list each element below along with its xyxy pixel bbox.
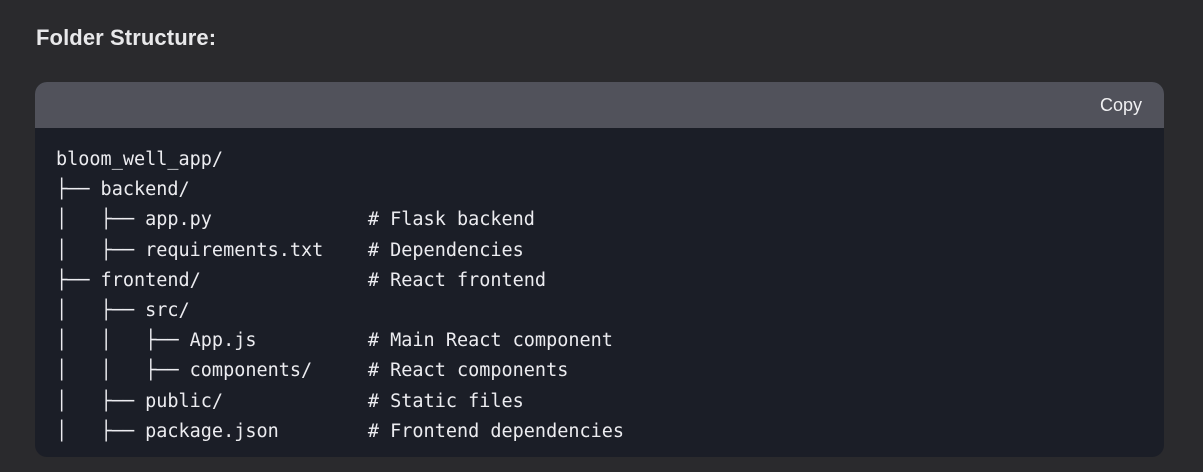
code-line-backend: ├── backend/ [56,179,190,201]
code-block: Copy bloom_well_app/ ├── backend/ │ ├── ap… [35,82,1164,457]
code-line-components: │ │ ├── components/ # React components [56,360,569,382]
copy-button[interactable]: Copy [1100,93,1142,117]
code-line-package-json: │ ├── package.json # Frontend dependenci… [56,420,625,442]
section-heading: Folder Structure: [36,25,217,50]
code-line-requirements: │ ├── requirements.txt # Dependencies [56,239,524,261]
code-block-header: Copy [35,82,1164,128]
code-line-src: │ ├── src/ [56,299,190,321]
code-content: bloom_well_app/ ├── backend/ │ ├── app.py … [56,145,624,447]
code-line-app-py: │ ├── app.py # Flask backend [56,209,535,231]
code-line-frontend: ├── frontend/ # React frontend [56,269,547,291]
code-line-app-js: │ │ ├── App.js # Main React component [56,330,613,352]
code-line-root: bloom_well_app/ [56,149,224,170]
code-line-public: │ ├── public/ # Static files [56,390,524,412]
